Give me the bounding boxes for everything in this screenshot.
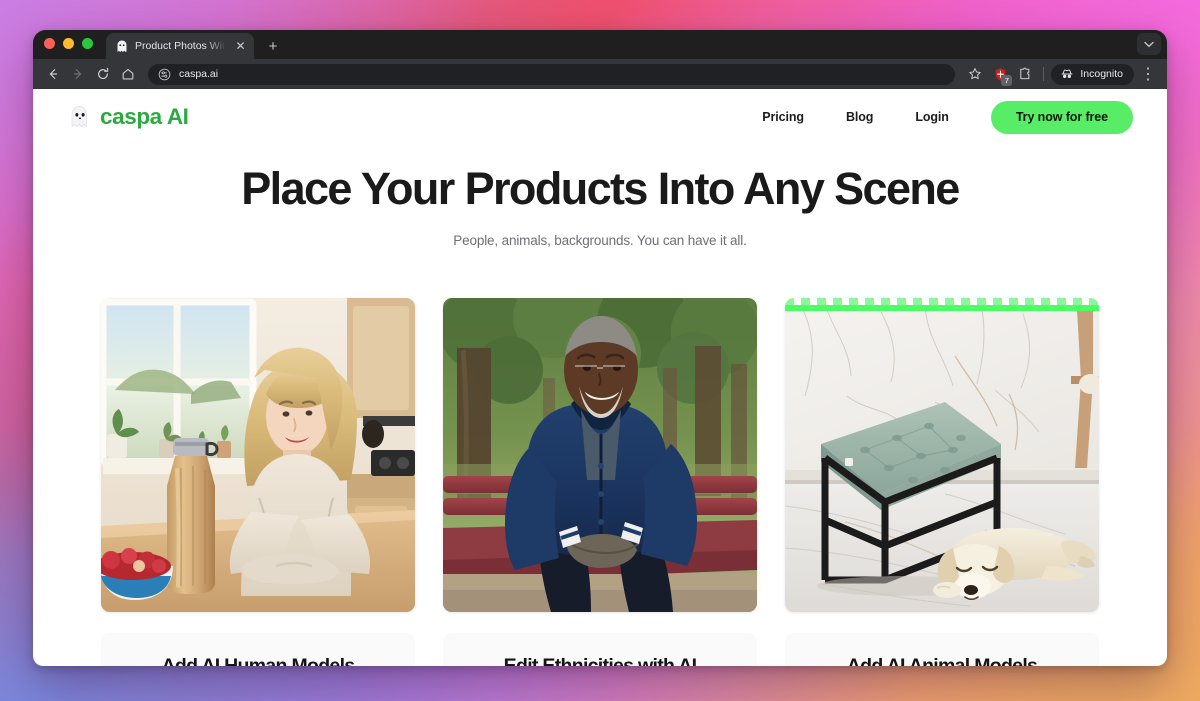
- home-icon: [122, 68, 134, 80]
- nav-link-blog[interactable]: Blog: [825, 110, 894, 124]
- site-settings-icon[interactable]: [158, 68, 171, 81]
- page-viewport: caspa AI Pricing Blog Login Try now for …: [33, 89, 1167, 666]
- card-body: Add AI Human Models Have people interact…: [101, 633, 415, 666]
- site-nav-links: Pricing Blog Login Try now for free: [741, 100, 1133, 134]
- toolbar-divider: [1043, 67, 1045, 81]
- maximize-window-button[interactable]: [82, 38, 93, 49]
- incognito-icon: [1061, 69, 1073, 78]
- feature-cards: Add AI Human Models Have people interact…: [33, 298, 1167, 666]
- site-header: caspa AI Pricing Blog Login Try now for …: [33, 89, 1167, 145]
- card-image-human-model[interactable]: [101, 298, 415, 613]
- feature-card[interactable]: Add AI Human Models Have people interact…: [101, 298, 415, 666]
- brand-name: caspa AI: [100, 104, 189, 129]
- card-title: Add AI Animal Models: [799, 655, 1085, 666]
- try-now-for-free-button[interactable]: Try now for free: [990, 100, 1133, 134]
- forward-button[interactable]: [67, 63, 89, 85]
- address-bar[interactable]: caspa.ai: [148, 63, 956, 85]
- brand-logo[interactable]: caspa AI: [69, 104, 189, 130]
- star-icon: [969, 68, 982, 80]
- reload-button[interactable]: [92, 63, 114, 85]
- incognito-label: Incognito: [1080, 68, 1123, 80]
- minimize-window-button[interactable]: [63, 38, 74, 49]
- tab-strip: Product Photos With Human Models ✕ +: [33, 30, 1167, 59]
- desktop-wallpaper: Product Photos With Human Models ✕ +: [0, 0, 1200, 701]
- bookmark-star-button[interactable]: [964, 63, 986, 85]
- ghost-favicon-icon: [115, 40, 128, 53]
- puzzle-icon: [1020, 67, 1030, 80]
- close-window-button[interactable]: [44, 38, 55, 49]
- chevron-down-icon: [1144, 41, 1154, 47]
- address-bar-url[interactable]: caspa.ai: [179, 68, 218, 80]
- card-image-animal-model[interactable]: [785, 298, 1099, 613]
- browser-menu-button[interactable]: ⋮: [1137, 63, 1159, 85]
- card-body: Add AI Animal Models Seamlessly place pr…: [785, 633, 1099, 666]
- tab-title: Product Photos With Human Models: [135, 40, 226, 52]
- arrow-right-icon: [73, 69, 82, 79]
- nav-link-login[interactable]: Login: [894, 110, 970, 124]
- browser-toolbar: caspa.ai 7 Incognito ⋮: [33, 59, 1167, 89]
- reload-icon: [98, 67, 109, 80]
- feature-card[interactable]: Add AI Animal Models Seamlessly place pr…: [785, 298, 1099, 666]
- selection-bar[interactable]: [785, 305, 1099, 312]
- new-tab-button[interactable]: +: [261, 34, 285, 58]
- arrow-left-icon: [49, 69, 58, 79]
- selection-dashes: [785, 298, 1099, 306]
- page-title: Place Your Products Into Any Scene: [241, 163, 960, 214]
- incognito-indicator[interactable]: Incognito: [1051, 63, 1134, 85]
- back-button[interactable]: [42, 63, 64, 85]
- ghost-icon: [69, 105, 91, 129]
- card-title: Edit Ethnicities with AI: [457, 655, 743, 666]
- page-subtitle: People, animals, backgrounds. You can ha…: [453, 233, 747, 249]
- feature-card[interactable]: Edit Ethnicities with AI A/B test images…: [443, 298, 757, 666]
- tab-search-button[interactable]: [1137, 33, 1161, 55]
- card-title: Add AI Human Models: [115, 655, 401, 666]
- browser-tab[interactable]: Product Photos With Human Models ✕: [106, 33, 254, 59]
- close-tab-button[interactable]: ✕: [233, 39, 248, 54]
- card-image-ethnicity-edit[interactable]: [443, 298, 757, 613]
- extension-button[interactable]: 7: [989, 63, 1013, 86]
- extension-badge-count: 7: [1001, 75, 1013, 86]
- nav-link-pricing[interactable]: Pricing: [741, 110, 825, 124]
- browser-window: Product Photos With Human Models ✕ +: [33, 30, 1167, 666]
- card-body: Edit Ethnicities with AI A/B test images…: [443, 633, 757, 666]
- home-button[interactable]: [117, 63, 139, 85]
- window-controls: [44, 30, 93, 59]
- extensions-button[interactable]: [1014, 63, 1036, 85]
